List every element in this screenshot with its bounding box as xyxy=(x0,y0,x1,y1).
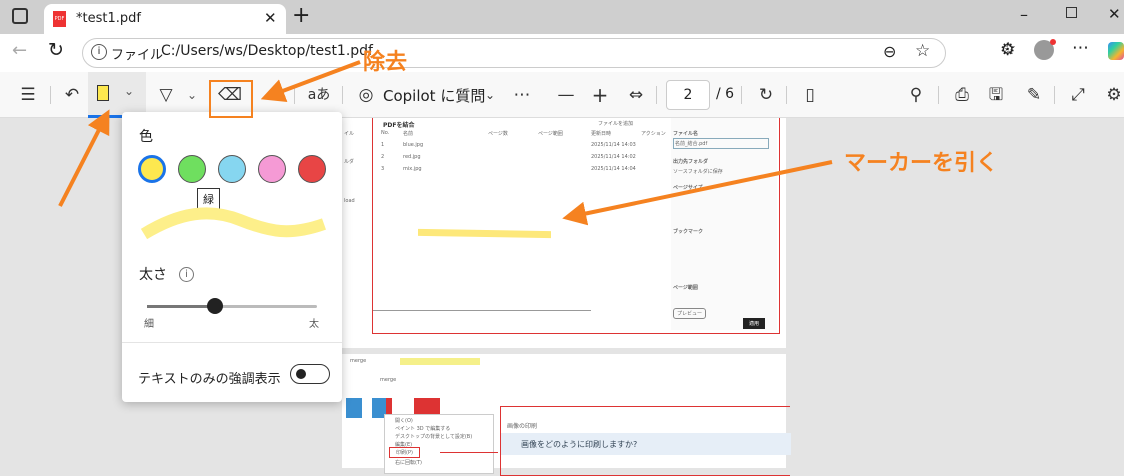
eraser-arrow xyxy=(260,60,361,103)
marker-arrow xyxy=(562,160,833,226)
annotation-arrows xyxy=(58,60,833,226)
highlight-arrow xyxy=(58,109,110,207)
